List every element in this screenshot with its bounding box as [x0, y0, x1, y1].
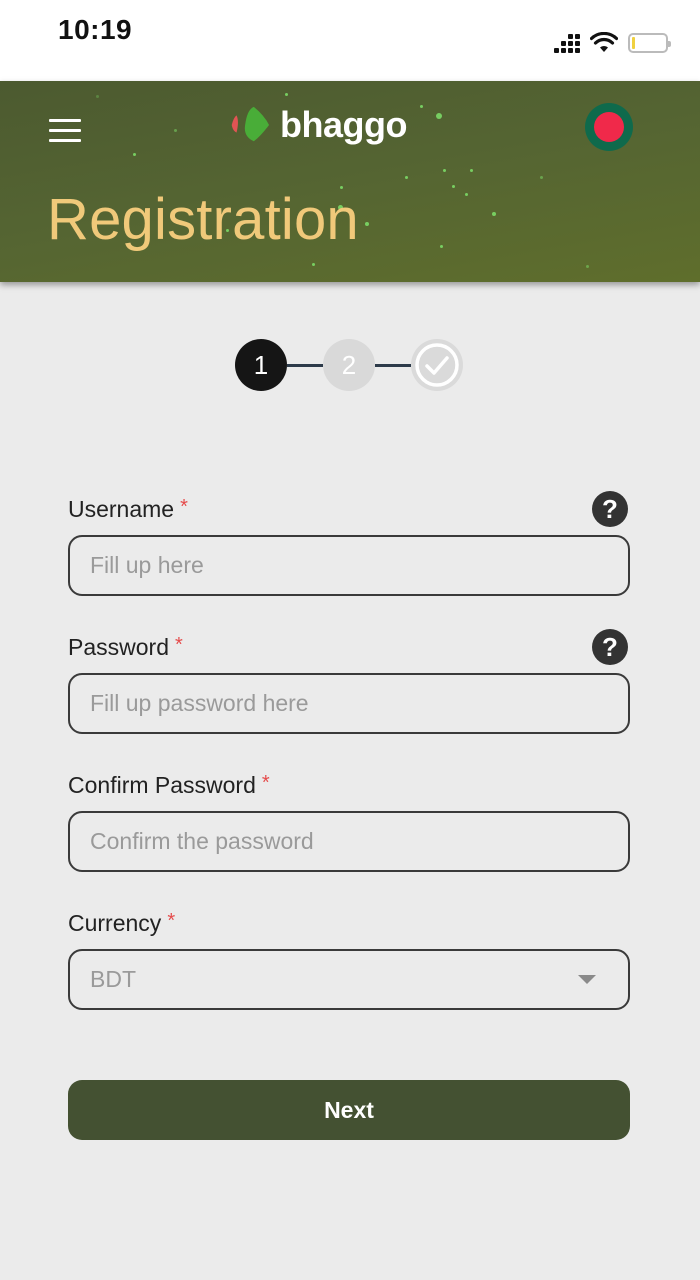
brand-name: bhaggo	[280, 104, 407, 145]
chevron-down-icon	[578, 975, 596, 984]
header: bhaggo Registration	[0, 81, 700, 282]
currency-label: Currency *	[68, 909, 176, 936]
logo-mark-icon	[231, 106, 270, 142]
username-field: Username * ?	[68, 491, 630, 596]
required-marker: *	[174, 633, 183, 656]
confirm-password-input[interactable]	[68, 811, 630, 872]
currency-field: Currency * BDT	[68, 906, 630, 1010]
username-help-icon[interactable]: ?	[592, 491, 628, 527]
status-icons	[554, 32, 671, 54]
password-help-icon[interactable]: ?	[592, 629, 628, 665]
battery-icon	[628, 33, 671, 53]
step-connector	[287, 363, 323, 367]
step-connector	[375, 363, 411, 367]
required-marker: *	[167, 909, 176, 932]
password-field: Password * ?	[68, 629, 630, 734]
currency-select[interactable]: BDT	[68, 949, 630, 1010]
signal-icon	[554, 33, 580, 53]
required-marker: *	[180, 495, 188, 518]
password-label: Password *	[68, 633, 183, 660]
hamburger-menu-icon[interactable]	[49, 119, 81, 143]
check-circle-icon	[415, 343, 459, 387]
username-input[interactable]	[68, 535, 630, 596]
username-label: Username *	[68, 495, 188, 522]
confirm-password-label: Confirm Password *	[68, 771, 270, 798]
step-2: 2	[323, 339, 375, 391]
page-title: Registration	[47, 187, 359, 252]
registration-form: Username* ? Password* ? Confirm Password…	[68, 491, 630, 1044]
status-time: 10:19	[58, 14, 133, 45]
brand-logo[interactable]: bhaggo	[226, 103, 407, 147]
registration-stepper: 1 2	[235, 339, 463, 391]
wifi-icon	[590, 32, 618, 52]
required-marker: *	[261, 771, 270, 794]
step-complete	[411, 339, 463, 391]
step-1: 1	[235, 339, 287, 391]
next-button[interactable]: Next	[68, 1080, 630, 1140]
confirm-password-field: Confirm Password *	[68, 768, 630, 872]
currency-selected-value: BDT	[90, 966, 136, 992]
bangladesh-flag-icon[interactable]	[585, 103, 633, 151]
password-input[interactable]	[68, 673, 630, 734]
status-bar: 10:19	[0, 0, 700, 81]
